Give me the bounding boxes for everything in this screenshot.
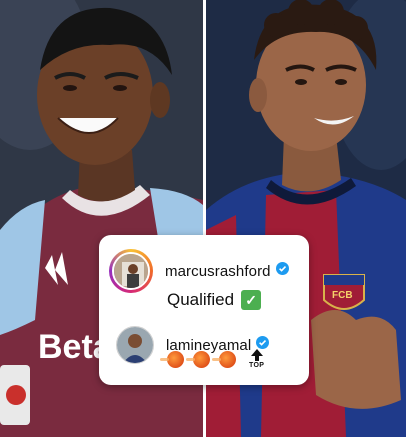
avatar[interactable] <box>116 326 154 364</box>
top-label: TOP <box>249 362 265 369</box>
avatar-image <box>117 327 153 363</box>
screenshot-stage: Betan FCB marcusrashford Qualified ✓ lam… <box>0 0 406 437</box>
check-mark-icon: ✓ <box>241 290 262 310</box>
right-jersey-crest: FCB <box>332 290 353 301</box>
comment-text-qualified: Qualified <box>167 290 235 309</box>
comment-row-marcusrashford: marcusrashford <box>109 249 289 293</box>
comet-football-icon <box>160 350 184 368</box>
comet-football-icon <box>186 350 210 368</box>
top-arrow-icon: TOP <box>249 349 264 369</box>
comment-emojis: TOP <box>160 349 264 369</box>
avatar-image <box>112 252 150 290</box>
avatar[interactable] <box>109 249 153 293</box>
username[interactable]: marcusrashford <box>165 263 271 280</box>
comments-card: marcusrashford Qualified ✓ lamineyamal T… <box>99 235 309 385</box>
verified-badge-icon <box>275 262 289 280</box>
comment-text: Qualified ✓ <box>167 290 262 310</box>
comet-football-icon <box>212 350 236 368</box>
